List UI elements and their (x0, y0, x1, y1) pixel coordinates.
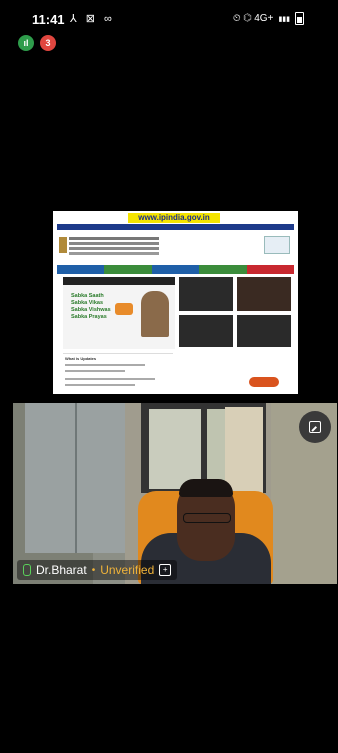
status-time: 11:41 (32, 12, 65, 27)
hero-caption: Sabka Saath Sabka Vikas Sabka Vishwas Sa… (71, 293, 111, 320)
participant-name: Dr.Bharat (36, 563, 87, 577)
notification-icons: ⅄ ⊠ ∞ (70, 13, 115, 25)
signal-icon: ▮▮▮ (278, 15, 290, 23)
shared-screen[interactable]: www.ipindia.gov.in Sabka Saath Sabka Vik… (53, 211, 298, 394)
site-header (57, 233, 294, 263)
participant-name-bar: Dr.Bharat • Unverified + (17, 560, 178, 580)
hero-portrait (141, 291, 169, 337)
shared-url: www.ipindia.gov.in (128, 213, 220, 223)
unverified-label: Unverified (100, 563, 155, 577)
site-hero-banner: Sabka Saath Sabka Vikas Sabka Vishwas Sa… (63, 277, 175, 349)
system-icons: ⏲ ⌬ 4G+ ▮▮▮ (233, 12, 304, 25)
battery-icon (295, 12, 304, 25)
site-orange-button (249, 377, 279, 387)
updates-title: What is Updates (65, 356, 97, 361)
site-menu (57, 265, 295, 274)
participant-video[interactable]: Dr.Bharat • Unverified + (13, 403, 337, 584)
status-bar: 11:41 ⅄ ⊠ ∞ ⏲ ⌬ 4G+ ▮▮▮ (0, 0, 338, 34)
signal-quality-badge[interactable]: ıl (18, 35, 34, 51)
site-header-text (69, 237, 159, 240)
alarm-wifi-network-icons: ⏲ ⌬ 4G+ (232, 13, 274, 24)
site-tiles (179, 277, 292, 349)
picture-in-picture-button[interactable] (299, 411, 331, 443)
site-updates: What is Updates (63, 353, 173, 394)
mic-icon (23, 564, 31, 576)
emblem-icon (59, 237, 67, 253)
site-logo (264, 236, 290, 254)
glasses (183, 513, 231, 523)
info-icon[interactable]: + (159, 564, 172, 576)
separator-dot: • (91, 564, 96, 576)
site-top-nav (57, 224, 294, 230)
azadi-logo (115, 303, 133, 315)
participant-count-badge[interactable]: 3 (40, 35, 56, 51)
